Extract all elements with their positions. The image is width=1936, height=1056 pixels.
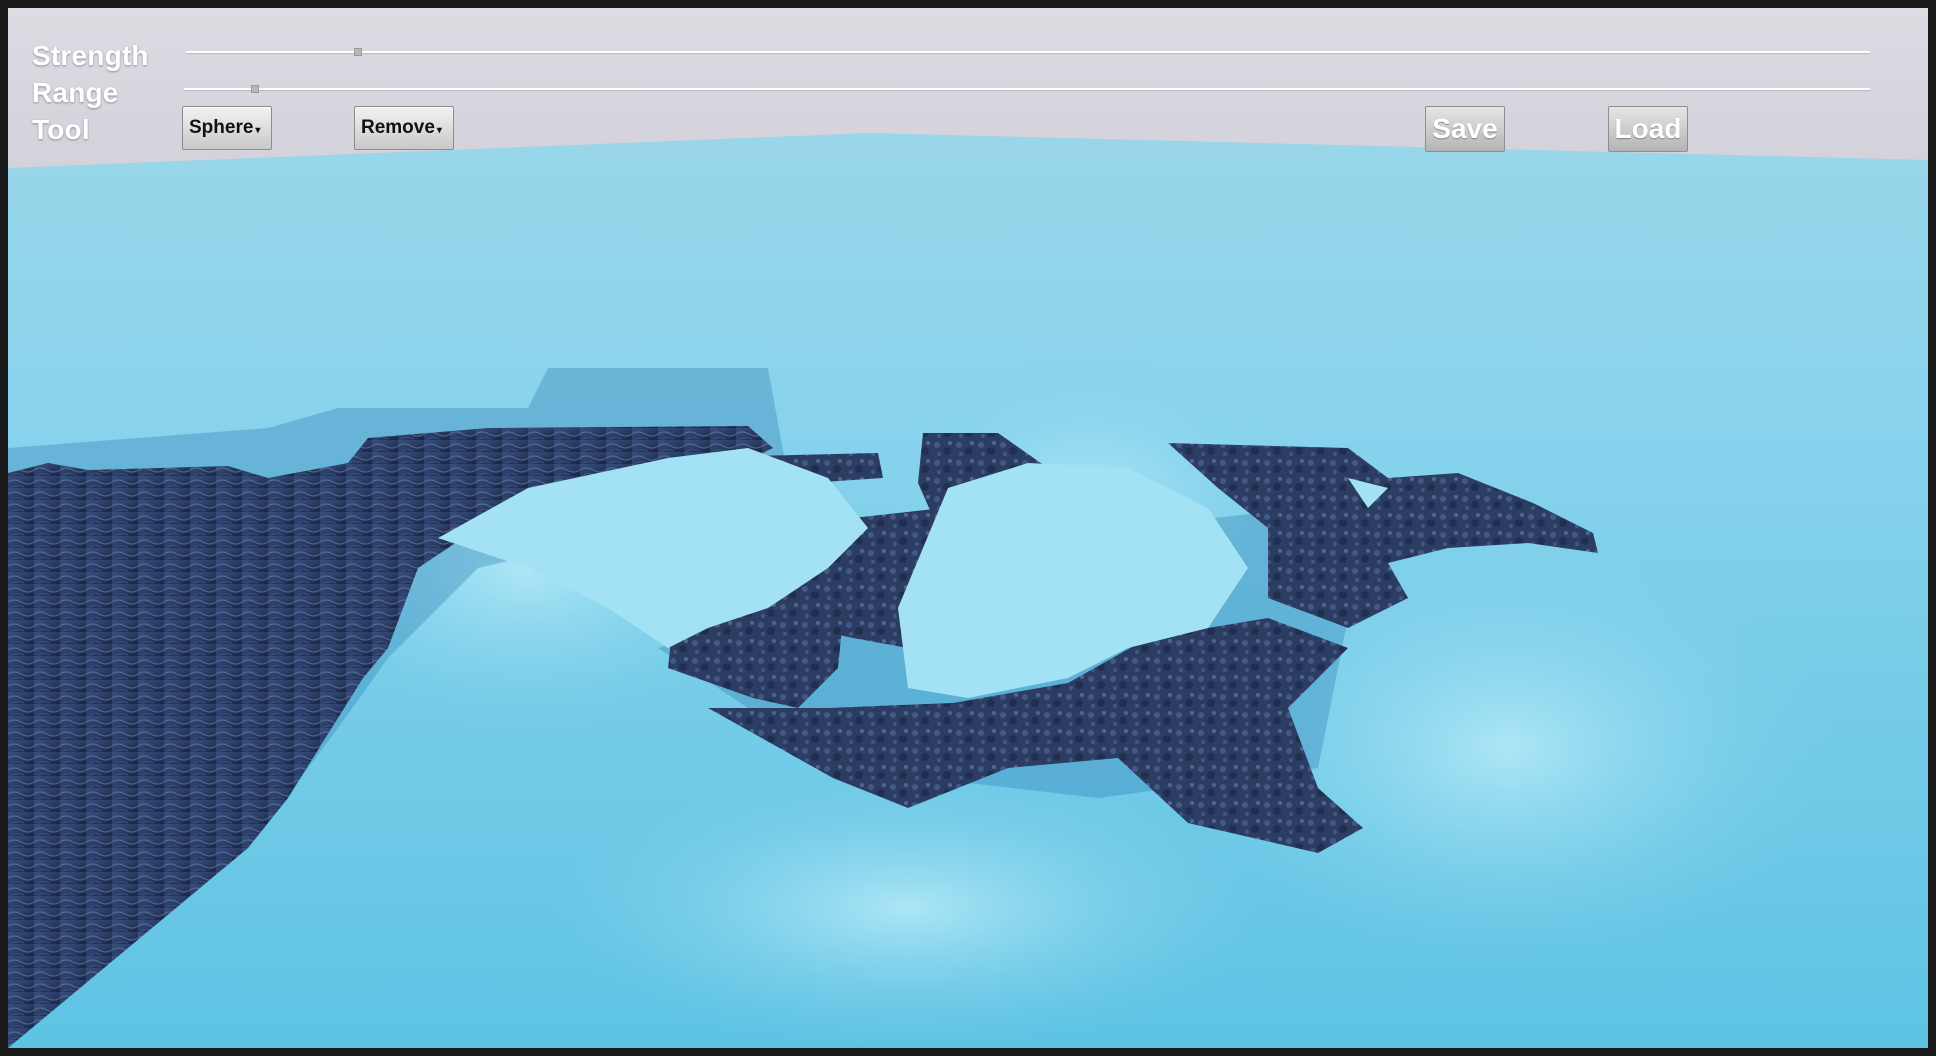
- save-button[interactable]: Save: [1425, 106, 1505, 152]
- shape-dropdown-value: Sphere: [189, 117, 254, 138]
- load-button[interactable]: Load: [1608, 106, 1688, 152]
- strength-label: Strength: [32, 40, 149, 71]
- range-slider[interactable]: [184, 82, 1870, 96]
- game-viewport[interactable]: Strength Range Tool Sphere ▾ Remove ▾ Sa…: [8, 8, 1928, 1048]
- range-slider-thumb[interactable]: [251, 85, 259, 93]
- strength-slider-track: [186, 51, 1870, 53]
- strength-slider-thumb[interactable]: [354, 48, 362, 56]
- range-label: Range: [32, 77, 119, 108]
- chevron-down-icon: ▾: [436, 124, 442, 136]
- mode-dropdown[interactable]: Remove ▾: [354, 106, 454, 150]
- terrain-highlight: [548, 768, 1268, 1048]
- strength-slider[interactable]: [186, 45, 1870, 59]
- chevron-down-icon: ▾: [255, 124, 261, 136]
- terrain-scene[interactable]: [8, 8, 1928, 1048]
- tool-label: Tool: [32, 114, 90, 145]
- shape-dropdown[interactable]: Sphere ▾: [182, 106, 272, 150]
- mode-dropdown-value: Remove: [361, 117, 435, 138]
- range-slider-track: [184, 88, 1870, 90]
